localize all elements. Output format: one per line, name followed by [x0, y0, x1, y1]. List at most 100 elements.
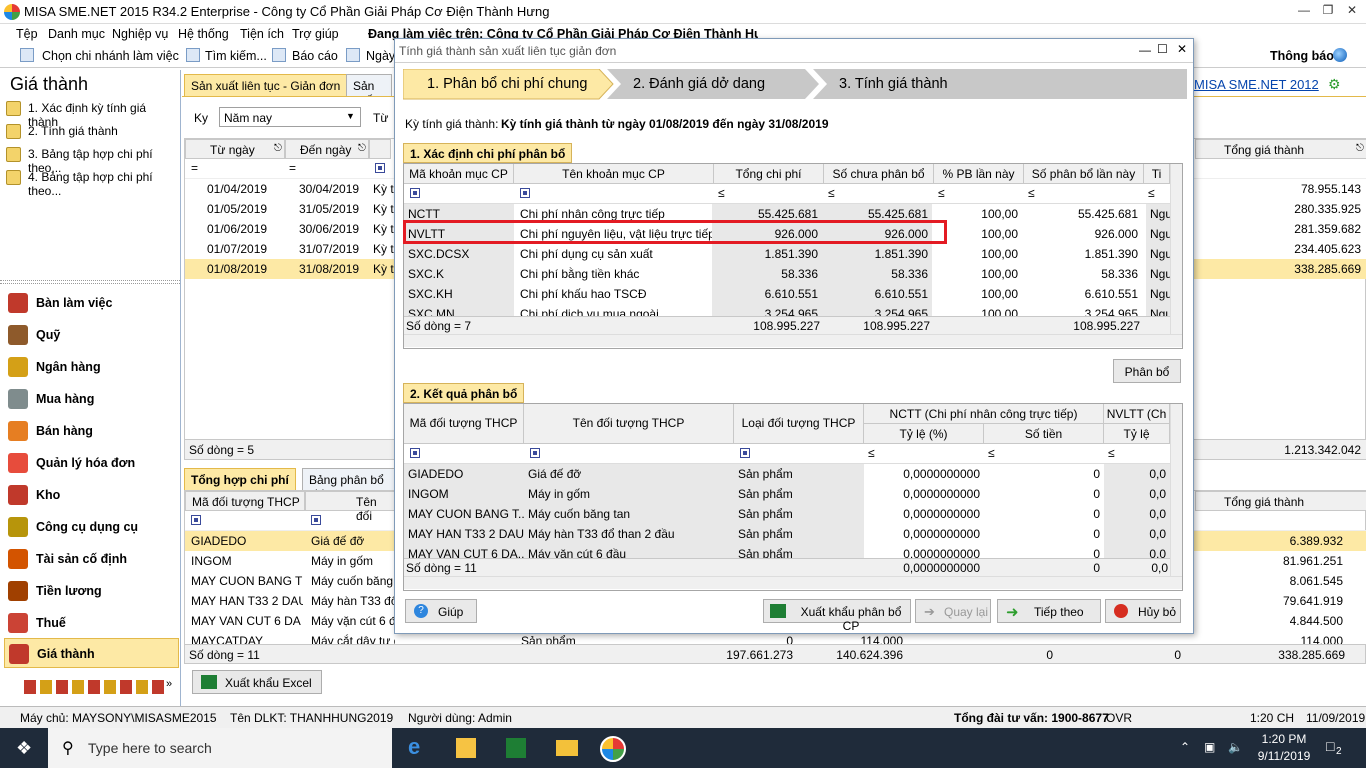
cell-den-ngay: 31/07/2019 — [299, 242, 360, 256]
g1-total-2: 108.995.227 — [863, 319, 930, 333]
cell-g2: 0,0000000000 — [903, 527, 980, 541]
globe-icon[interactable] — [1333, 48, 1347, 62]
table-row[interactable]: MAY CUON BANG T... Máy cuốn băng tan Sản p… — [404, 504, 1170, 524]
misa-2012-link[interactable]: MISA SME.NET 2012 — [1194, 77, 1319, 92]
cell-ky: Kỳ t — [373, 202, 394, 216]
nav-mua-hang[interactable]: Mua hàng — [4, 384, 179, 414]
store-icon[interactable] — [456, 738, 476, 758]
col-so-chua-phan-bo: Số chưa phân bổ — [824, 164, 934, 184]
clock-date[interactable]: 9/11/2019 — [1254, 749, 1314, 763]
notification-button[interactable]: Thông báo — [1270, 49, 1334, 63]
step-2[interactable]: 2. Đánh giá dở dang — [633, 69, 765, 99]
minimize-icon[interactable]: — — [1296, 3, 1312, 19]
step-1[interactable]: 1. Phân bổ chi phí chung — [427, 69, 587, 99]
date-button[interactable]: Ngày — [366, 49, 395, 63]
table-row[interactable]: SXC.KH Chi phí khấu hao TSCĐ 6.610.551 6.61… — [404, 284, 1170, 304]
maximize-icon[interactable]: ❐ — [1320, 3, 1336, 19]
nav-thue[interactable]: Thuế — [4, 608, 179, 638]
misa-taskbar-icon[interactable] — [600, 736, 626, 762]
nav-quan-ly-hoa-don[interactable]: Quản lý hóa đơn — [4, 448, 179, 478]
col-tu-ngay[interactable]: Từ ngày ⎋ — [185, 139, 285, 159]
network-icon[interactable]: ▣ — [1204, 740, 1215, 754]
ky-select[interactable]: Năm nay ▼ — [219, 107, 361, 127]
report-button[interactable]: Báo cáo — [292, 49, 338, 63]
close-icon[interactable]: ✕ — [1344, 3, 1360, 19]
choose-branch-button[interactable]: Chọn chi nhánh làm việc — [42, 49, 179, 63]
help-button[interactable]: ? Giúp — [405, 599, 477, 623]
folder-icon — [6, 170, 21, 185]
splitter[interactable] — [0, 280, 180, 284]
back-button[interactable]: ➔ Quay lại — [915, 599, 991, 623]
nav-ban-lam-viec[interactable]: Bàn làm việc — [4, 288, 179, 318]
windows-start-icon[interactable]: ❖ — [16, 738, 32, 759]
tab-tong-hop-chi-phi[interactable]: Tổng hợp chi phí — [184, 468, 296, 490]
status-bar: Máy chủ: MAYSONY\MISASME2015 Tên DLKT: T… — [0, 706, 1366, 728]
settings-gear-icon[interactable]: ⚙ — [1328, 76, 1341, 93]
nav-tien-luong[interactable]: Tiền lương — [4, 576, 179, 606]
tab-san-xuat-other[interactable]: Sản xuất — [346, 74, 392, 96]
explorer-icon[interactable] — [556, 740, 578, 756]
col-ma-doi-tuong[interactable]: Mã đối tượng THCP — [185, 491, 305, 511]
tray-chevron-icon[interactable]: ⌃ — [1180, 740, 1190, 754]
menu-tro-giup[interactable]: Trợ giúp — [292, 27, 339, 41]
tab-san-xuat-lien-tuc[interactable]: Sản xuất liên tục - Giản đơn — [184, 74, 348, 96]
nav-quy[interactable]: Quỹ — [4, 320, 179, 350]
menu-he-thong[interactable]: Hệ thống — [178, 27, 229, 41]
tab-bang-phan-bo[interactable]: Bảng phân bổ chi — [302, 468, 398, 490]
col-den-ngay[interactable]: Đến ngày ⎋ — [285, 139, 369, 159]
g1-filter-row[interactable]: ≤ ≤ ≤ ≤ ≤ — [404, 184, 1170, 204]
clock-time[interactable]: 1:20 PM — [1256, 732, 1312, 746]
g2-filter-row[interactable]: ≤ ≤ ≤ — [404, 444, 1170, 464]
col-tong-gia-thanh-2[interactable]: Tổng giá thành — [1195, 491, 1366, 511]
menu-tep[interactable]: Tệp — [16, 27, 38, 41]
g1-hscroll[interactable] — [404, 334, 1182, 347]
menu-tien-ich[interactable]: Tiện ích — [240, 27, 284, 41]
table-row[interactable]: INGOM Máy in gốm Sản phẩm 0,0000000000 0 0,0 — [404, 484, 1170, 504]
g1-vscroll[interactable] — [1170, 164, 1182, 334]
left-item-4[interactable]: 4. Bảng tập hợp chi phí theo... — [6, 167, 178, 198]
col-ten-doi-tuong-thcp: Tên đối tượng THCP — [524, 404, 734, 444]
nav-tai-san-co-dinh[interactable]: Tài sản cố định — [4, 544, 179, 574]
notification-center-icon[interactable]: □ — [1326, 738, 1334, 754]
table-row[interactable]: MAY HAN T33 2 DAU Máy hàn T33 đổ than 2 đ… — [404, 524, 1170, 544]
cell-g1: SXC.DCSX — [404, 244, 514, 264]
excel-taskbar-icon[interactable] — [506, 738, 526, 758]
cancel-button[interactable]: Hủy bỏ — [1105, 599, 1181, 623]
nav-ngan-hang[interactable]: Ngân hàng — [4, 352, 179, 382]
g2-vscroll[interactable] — [1170, 404, 1182, 576]
col-tong-gia-thanh[interactable]: Tổng giá thành ⎋ — [1195, 139, 1366, 159]
left-item-2[interactable]: 2. Tính giá thành — [6, 121, 178, 143]
col-ky[interactable] — [369, 139, 391, 159]
dialog-maximize-icon[interactable]: ☐ — [1157, 42, 1168, 56]
g2-hscroll[interactable] — [404, 576, 1182, 589]
volume-icon[interactable]: 🔈 — [1228, 740, 1243, 754]
menu-danh-muc[interactable]: Danh mục — [48, 27, 105, 41]
dialog-minimize-icon[interactable]: — — [1139, 43, 1151, 57]
menu-nghiep-vu[interactable]: Nghiệp vụ — [112, 27, 168, 41]
expand-icon[interactable]: » — [166, 678, 172, 690]
table-row[interactable]: SXC.DCSX Chi phí dụng cụ sản xuất 1.851.39… — [404, 244, 1170, 264]
status-server: Máy chủ: MAYSONY\MISASME2015 — [20, 711, 217, 725]
table-row[interactable]: SXC.K Chi phí bằng tiền khác 58.336 58.336 1… — [404, 264, 1170, 284]
col-pb-lan-nay: % PB lần này — [934, 164, 1024, 184]
nav-gia-thanh[interactable]: Giá thành — [4, 638, 179, 668]
export-allocation-button[interactable]: Xuất khẩu phân bổ CP — [763, 599, 911, 633]
table-row[interactable]: GIADEDO Giá đế đỡ Sản phẩm 0,0000000000 0 0,0 — [404, 464, 1170, 484]
nav-ban-hang[interactable]: Bán hàng — [4, 416, 179, 446]
left-item-3[interactable]: 3. Bảng tập hợp chi phí theo... — [6, 144, 178, 175]
taskbar-search[interactable]: ⚲ Type here to search — [48, 728, 392, 768]
step-3[interactable]: 3. Tính giá thành — [839, 69, 948, 99]
col-nctt-group: NCTT (Chi phí nhân công trực tiếp) — [864, 404, 1104, 424]
dialog-close-icon[interactable]: ✕ — [1177, 42, 1187, 56]
export-excel-button[interactable]: Xuất khẩu Excel — [192, 670, 322, 694]
nav-cong-cu-dung-cu[interactable]: Công cụ dụng cụ — [4, 512, 179, 542]
cell-g2: 0,0000000000 — [903, 467, 980, 481]
nav-kho[interactable]: Kho — [4, 480, 179, 510]
col-ten-doi-tuong[interactable]: Tên đối — [305, 491, 395, 523]
phan-bo-button[interactable]: Phân bổ — [1113, 359, 1181, 383]
left-item-1[interactable]: 1. Xác định kỳ tính giá thành — [6, 98, 178, 129]
edge-icon[interactable]: e — [408, 734, 420, 760]
next-button[interactable]: ➜ Tiếp theo — [997, 599, 1101, 623]
quick-module-icons[interactable] — [24, 680, 164, 694]
search-button[interactable]: Tìm kiếm... — [205, 49, 267, 63]
